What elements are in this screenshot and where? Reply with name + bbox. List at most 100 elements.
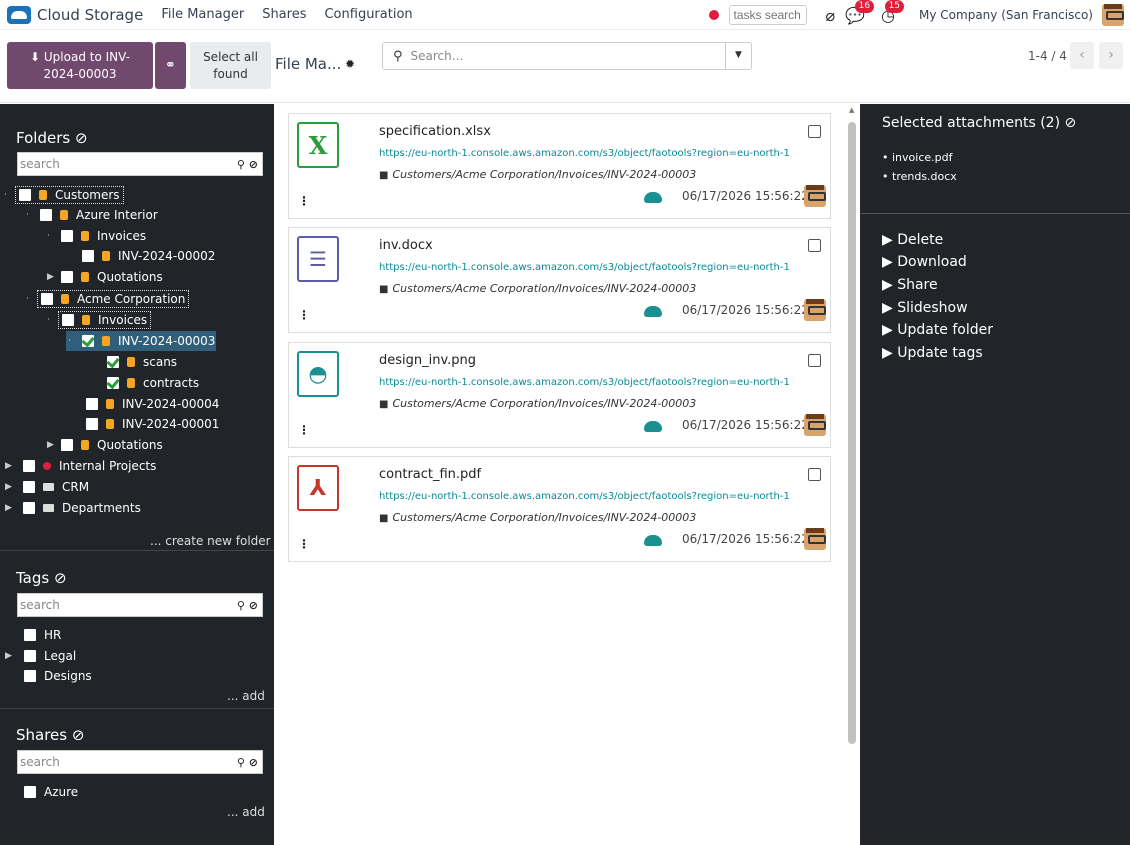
- search-icon[interactable]: ⚲ ⊘: [237, 756, 258, 769]
- checkbox[interactable]: [61, 230, 73, 242]
- file-name[interactable]: design_inv.png: [379, 353, 476, 368]
- folders-search[interactable]: search ⚲ ⊘: [17, 152, 263, 176]
- scroll-up-arrow-icon[interactable]: ▲: [849, 106, 854, 114]
- checkbox[interactable]: [24, 786, 36, 798]
- checkbox[interactable]: [24, 650, 36, 662]
- checkbox[interactable]: [82, 250, 94, 262]
- folder-contracts[interactable]: contracts: [107, 373, 199, 393]
- search-icon[interactable]: ⚲ ⊘: [237, 599, 258, 612]
- shares-search[interactable]: search ⚲ ⊘: [17, 750, 263, 774]
- expand-icon[interactable]: ▶: [5, 651, 24, 661]
- clear-icon[interactable]: ⊘: [75, 129, 88, 147]
- file-url[interactable]: https://eu-north-1.console.aws.amazon.co…: [379, 491, 790, 502]
- folder-internal-projects[interactable]: ▶ Internal Projects: [5, 456, 156, 476]
- menu-file-manager[interactable]: File Manager: [161, 7, 244, 22]
- folder-departments[interactable]: ▶ Departments: [5, 498, 141, 518]
- checkbox-checked[interactable]: [107, 356, 119, 368]
- checkbox[interactable]: [61, 271, 73, 283]
- folder-acme-quotations[interactable]: ▶ Quotations: [47, 435, 163, 455]
- activity-clock-icon[interactable]: ⌀: [825, 6, 835, 25]
- file-card[interactable]: X specification.xlsx https://eu-north-1.…: [288, 113, 831, 219]
- checkbox-checked[interactable]: [107, 377, 119, 389]
- file-url[interactable]: https://eu-north-1.console.aws.amazon.co…: [379, 377, 790, 388]
- folder-scans[interactable]: scans: [107, 352, 177, 372]
- file-checkbox[interactable]: [808, 239, 821, 252]
- scrollbar-thumb[interactable]: [848, 122, 856, 744]
- breadcrumb[interactable]: File Ma...: [275, 55, 341, 73]
- more-options-icon[interactable]: ⋮: [298, 194, 310, 208]
- cloud-logo-icon[interactable]: [7, 5, 31, 24]
- add-share-link[interactable]: ... add: [227, 805, 265, 819]
- expand-icon[interactable]: ▶: [47, 440, 61, 450]
- checkbox[interactable]: [23, 481, 35, 493]
- file-name[interactable]: specification.xlsx: [379, 124, 491, 139]
- checkbox-checked[interactable]: [82, 335, 94, 347]
- action-delete[interactable]: ▶ Delete: [882, 232, 943, 248]
- folder-customers[interactable]: · Customers: [4, 185, 124, 205]
- pager-next-button[interactable]: ›: [1099, 42, 1123, 69]
- checkbox[interactable]: [41, 293, 53, 305]
- file-url[interactable]: https://eu-north-1.console.aws.amazon.co…: [379, 148, 790, 159]
- checkbox[interactable]: [24, 670, 36, 682]
- folder-acme-invoices[interactable]: · Invoices: [47, 310, 152, 330]
- tag-designs[interactable]: Designs: [24, 666, 92, 686]
- action-update-folder[interactable]: ▶ Update folder: [882, 322, 993, 338]
- chat-icon[interactable]: 💬 16: [845, 0, 875, 25]
- app-name[interactable]: Cloud Storage: [37, 6, 143, 24]
- folder-inv-2024-00004[interactable]: INV-2024-00004: [86, 394, 219, 414]
- upload-button[interactable]: ⬇ Upload to INV- 2024-00003: [7, 42, 153, 89]
- folder-inv-2024-00003[interactable]: · INV-2024-00003: [66, 331, 216, 351]
- file-checkbox[interactable]: [808, 468, 821, 481]
- add-tag-link[interactable]: ... add: [227, 689, 265, 703]
- file-card[interactable]: ⅄ contract_fin.pdf https://eu-north-1.co…: [288, 456, 831, 562]
- folder-crm[interactable]: ▶ CRM: [5, 477, 89, 497]
- select-all-button[interactable]: Select all found: [190, 42, 271, 89]
- expand-icon[interactable]: ▶: [5, 482, 23, 492]
- clear-icon[interactable]: ⊘: [54, 569, 67, 587]
- shares-search-input[interactable]: search: [18, 755, 237, 769]
- search-bar[interactable]: ⚲ Search... ▼: [382, 42, 752, 70]
- expand-icon[interactable]: ▶: [5, 461, 23, 471]
- search-icon[interactable]: ⚲ ⊘: [237, 158, 258, 171]
- folders-search-input[interactable]: search: [18, 157, 237, 171]
- checkbox[interactable]: [23, 460, 35, 472]
- folder-azure-interior[interactable]: · Azure Interior: [26, 205, 158, 225]
- clock-icon[interactable]: ◷ 15: [881, 0, 905, 25]
- file-card[interactable]: ◓ design_inv.png https://eu-north-1.cons…: [288, 342, 831, 448]
- company-switcher[interactable]: My Company (San Francisco): [919, 8, 1093, 22]
- file-checkbox[interactable]: [808, 354, 821, 367]
- checkbox[interactable]: [40, 209, 52, 221]
- checkbox[interactable]: [24, 629, 36, 641]
- clear-icon[interactable]: ⊘: [1065, 115, 1077, 131]
- expand-icon[interactable]: ▶: [47, 272, 61, 282]
- share-azure[interactable]: Azure: [24, 782, 78, 802]
- action-update-tags[interactable]: ▶ Update tags: [882, 345, 983, 361]
- checkbox[interactable]: [23, 502, 35, 514]
- search-input[interactable]: Search...: [411, 49, 725, 63]
- menu-configuration[interactable]: Configuration: [324, 7, 412, 22]
- tag-legal[interactable]: ▶ Legal: [5, 646, 76, 666]
- recording-dot-icon[interactable]: [709, 10, 720, 20]
- more-options-icon[interactable]: ⋮: [298, 308, 310, 322]
- expand-icon[interactable]: ▶: [5, 503, 23, 513]
- folder-invoices[interactable]: · Invoices: [47, 226, 146, 246]
- tags-search[interactable]: search ⚲ ⊘: [17, 593, 263, 617]
- action-slideshow[interactable]: ▶ Slideshow: [882, 300, 968, 316]
- checkbox[interactable]: [61, 439, 73, 451]
- action-download[interactable]: ▶ Download: [882, 254, 967, 270]
- checkbox[interactable]: [86, 418, 98, 430]
- more-options-icon[interactable]: ⋮: [298, 537, 310, 551]
- pager-value[interactable]: 1-4 / 4: [1028, 49, 1067, 63]
- more-options-icon[interactable]: ⋮: [298, 423, 310, 437]
- user-avatar[interactable]: [1102, 4, 1124, 26]
- file-checkbox[interactable]: [808, 125, 821, 138]
- file-name[interactable]: inv.docx: [379, 238, 433, 253]
- tag-hr[interactable]: HR: [24, 625, 61, 645]
- folder-inv-2024-00002[interactable]: INV-2024-00002: [82, 246, 215, 266]
- folder-acme-corporation[interactable]: · Acme Corporation: [26, 289, 190, 309]
- tasks-search-input[interactable]: [729, 5, 808, 25]
- file-name[interactable]: contract_fin.pdf: [379, 467, 481, 482]
- gear-icon[interactable]: ✹: [345, 57, 355, 71]
- tags-search-input[interactable]: search: [18, 598, 237, 612]
- file-url[interactable]: https://eu-north-1.console.aws.amazon.co…: [379, 262, 790, 273]
